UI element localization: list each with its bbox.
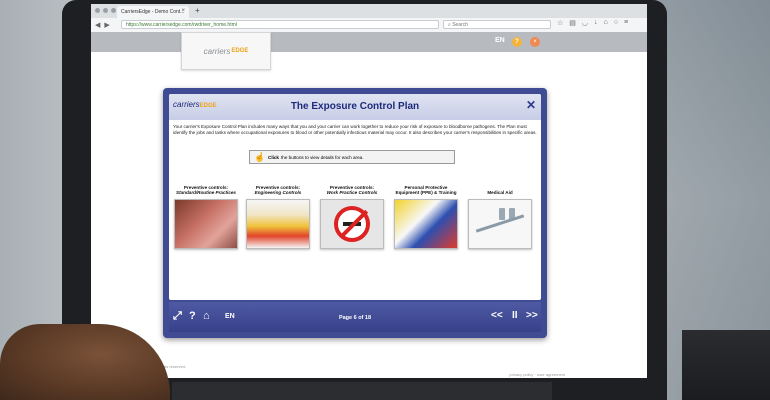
card-label: Preventive controls: Engineering Control…	[246, 174, 310, 196]
card-label-line2: Medical Aid	[487, 190, 513, 196]
area-button-ppe-training[interactable]: Personal Protective Equipment (PPE) & Tr…	[394, 174, 458, 249]
vial-icon	[499, 208, 505, 220]
browser-toolbar: ◀ ▶ https://www.carriersedge.com/rwdrive…	[91, 18, 647, 33]
back-icon[interactable]: ◀	[95, 21, 100, 29]
site-logo-text: carriers	[203, 46, 231, 56]
course-content: carriersEDGE The Exposure Control Plan ✕…	[169, 94, 541, 300]
card-label-line2: Standard/Routine Practices	[176, 190, 236, 196]
area-button-engineering-controls[interactable]: Preventive controls: Engineering Control…	[246, 174, 310, 249]
card-label-line2: Equipment (PPE) & Training	[395, 190, 457, 196]
area-buttons: Preventive controls: Standard/Routine Pr…	[174, 174, 536, 294]
footer-links[interactable]: privacy policy · user agreement	[509, 372, 565, 377]
area-button-medical-aid[interactable]: Medical Aid	[468, 174, 532, 249]
site-logo-suffix: EDGE	[231, 48, 249, 54]
laptop-edge	[682, 330, 770, 400]
pause-button[interactable]: II	[512, 310, 518, 321]
sync-icon[interactable]: ○	[614, 19, 618, 27]
previous-button[interactable]: <<	[491, 310, 503, 321]
new-tab-button[interactable]: +	[195, 6, 200, 15]
search-placeholder: Search	[452, 21, 469, 28]
close-icon[interactable]: ×	[530, 37, 540, 47]
intro-text: Your carrier's Exposure Control Plan inc…	[173, 124, 537, 135]
search-input[interactable]: ⌕ Search	[443, 20, 551, 29]
course-close-icon[interactable]: ✕	[526, 98, 536, 112]
hand-pointer-icon: ☝	[254, 152, 266, 162]
card-label-line2: Engineering Controls	[254, 190, 302, 196]
sharps-container-image[interactable]	[246, 199, 310, 249]
url-bar[interactable]: https://www.carriersedge.com/rwdriver_ho…	[121, 20, 439, 29]
download-icon[interactable]: ↓	[594, 19, 598, 27]
forward-icon[interactable]: ▶	[104, 21, 109, 29]
card-label: Personal Protective Equipment (PPE) & Tr…	[394, 174, 458, 196]
card-label: Medical Aid	[468, 174, 532, 196]
browser-tools: ☆ ▤ ◡ ↓ ⌂ ○ ≡	[557, 19, 628, 27]
home-icon[interactable]: ⌂	[604, 19, 608, 27]
tab-title: CarriersEdge - Demo Cont...	[121, 9, 185, 15]
help-icon[interactable]: ?	[512, 37, 522, 47]
browser-tab[interactable]: CarriersEdge - Demo Cont... ×	[117, 6, 189, 18]
ppe-image[interactable]	[394, 199, 458, 249]
instruction-text: the buttons to view details for each are…	[280, 154, 364, 160]
card-label: Preventive controls: Standard/Routine Pr…	[174, 174, 238, 196]
card-label-line2: Work Practice Controls	[326, 190, 378, 196]
library-icon[interactable]: ▤	[569, 19, 576, 27]
course-header: carriersEDGE The Exposure Control Plan ✕	[169, 94, 541, 120]
laptop-screen: CarriersEdge - Demo Cont... × + ◀ ▶ http…	[91, 4, 647, 378]
window-controls[interactable]	[95, 8, 116, 13]
no-smoking-image[interactable]	[320, 199, 384, 249]
card-label: Preventive controls: Work Practice Contr…	[320, 174, 384, 196]
instruction-box: ☝ Click the buttons to view details for …	[249, 150, 455, 164]
course-footer: ⤢ ? ⌂ EN Page 6 of 18 << II >>	[169, 302, 541, 332]
course-window: carriersEDGE The Exposure Control Plan ✕…	[163, 88, 547, 338]
next-button[interactable]: >>	[526, 310, 538, 321]
area-button-work-practice-controls[interactable]: Preventive controls: Work Practice Contr…	[320, 174, 384, 249]
instruction-bold: Click	[268, 154, 279, 160]
browser-tabbar: CarriersEdge - Demo Cont... × +	[91, 4, 647, 18]
menu-icon[interactable]: ≡	[624, 19, 628, 27]
page-title: The Exposure Control Plan	[290, 101, 420, 112]
star-icon[interactable]: ☆	[557, 19, 563, 27]
pocket-icon[interactable]: ◡	[582, 19, 588, 27]
page-indicator: Page 6 of 18	[338, 315, 372, 321]
medical-aid-image[interactable]	[468, 199, 532, 249]
handwashing-image[interactable]	[174, 199, 238, 249]
area-button-standard-practices[interactable]: Preventive controls: Standard/Routine Pr…	[174, 174, 238, 249]
language-button[interactable]: EN	[495, 37, 505, 44]
no-smoking-icon	[334, 206, 370, 242]
tab-close-icon[interactable]: ×	[181, 8, 185, 14]
url-text: https://www.carriersedge.com/rwdriver_ho…	[126, 21, 237, 28]
site-footer: Copyright © 2018 CarriersEdge. All right…	[91, 361, 647, 378]
site-logo[interactable]: carriers EDGE	[181, 32, 271, 70]
site-header	[91, 32, 647, 52]
laptop-keyboard	[172, 382, 552, 400]
